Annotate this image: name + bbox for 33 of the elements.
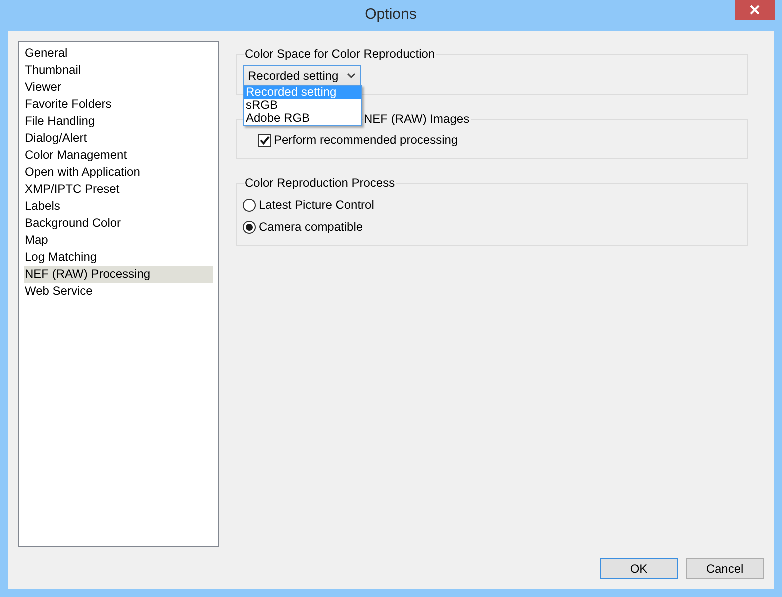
dropdown-option[interactable]: sRGB	[244, 99, 361, 112]
group-title: Color Space for Color Reproduction	[244, 47, 436, 61]
window-title: Options	[365, 5, 417, 26]
sidebar-item[interactable]: File Handling	[24, 113, 213, 130]
checkbox[interactable]	[258, 134, 271, 146]
dialog-button[interactable]: OK	[600, 558, 678, 579]
group-title: Color Reproduction Process	[244, 176, 396, 190]
close-button[interactable]	[735, 0, 775, 20]
close-icon	[750, 5, 760, 15]
group-title: NEF (RAW) Images	[363, 112, 471, 126]
dropdown-option[interactable]: Adobe RGB	[244, 112, 361, 125]
radio-button[interactable]	[243, 220, 256, 234]
sidebar-item[interactable]: Log Matching	[24, 249, 213, 266]
sidebar-item[interactable]: Open with Application	[24, 164, 213, 181]
sidebar-item[interactable]: General	[24, 45, 213, 62]
sidebar-item[interactable]: NEF (RAW) Processing	[24, 266, 213, 283]
sidebar-item[interactable]: Dialog/Alert	[24, 130, 213, 147]
sidebar-item[interactable]: Background Color	[24, 215, 213, 232]
sidebar-item[interactable]: Thumbnail	[24, 62, 213, 79]
radio-label: Latest Picture Control	[259, 197, 374, 214]
chevron-icon	[347, 72, 356, 78]
sidebar-item[interactable]: Labels	[24, 198, 213, 215]
sidebar-item[interactable]: XMP/IPTC Preset	[24, 181, 213, 198]
radio-label: Camera compatible	[259, 219, 364, 236]
sidebar-item[interactable]: Web Service	[24, 283, 213, 300]
dialog-button[interactable]: Cancel	[686, 558, 764, 579]
sidebar-item[interactable]: Color Management	[24, 147, 213, 164]
sidebar-item[interactable]: Viewer	[24, 79, 213, 96]
sidebar-item[interactable]: Map	[24, 232, 213, 249]
dropdown[interactable]: Recorded setting	[243, 65, 361, 86]
checkbox-label: Perform recommended processing	[274, 132, 458, 149]
radio-button[interactable]	[243, 198, 256, 212]
sidebar-item[interactable]: Favorite Folders	[24, 96, 213, 113]
